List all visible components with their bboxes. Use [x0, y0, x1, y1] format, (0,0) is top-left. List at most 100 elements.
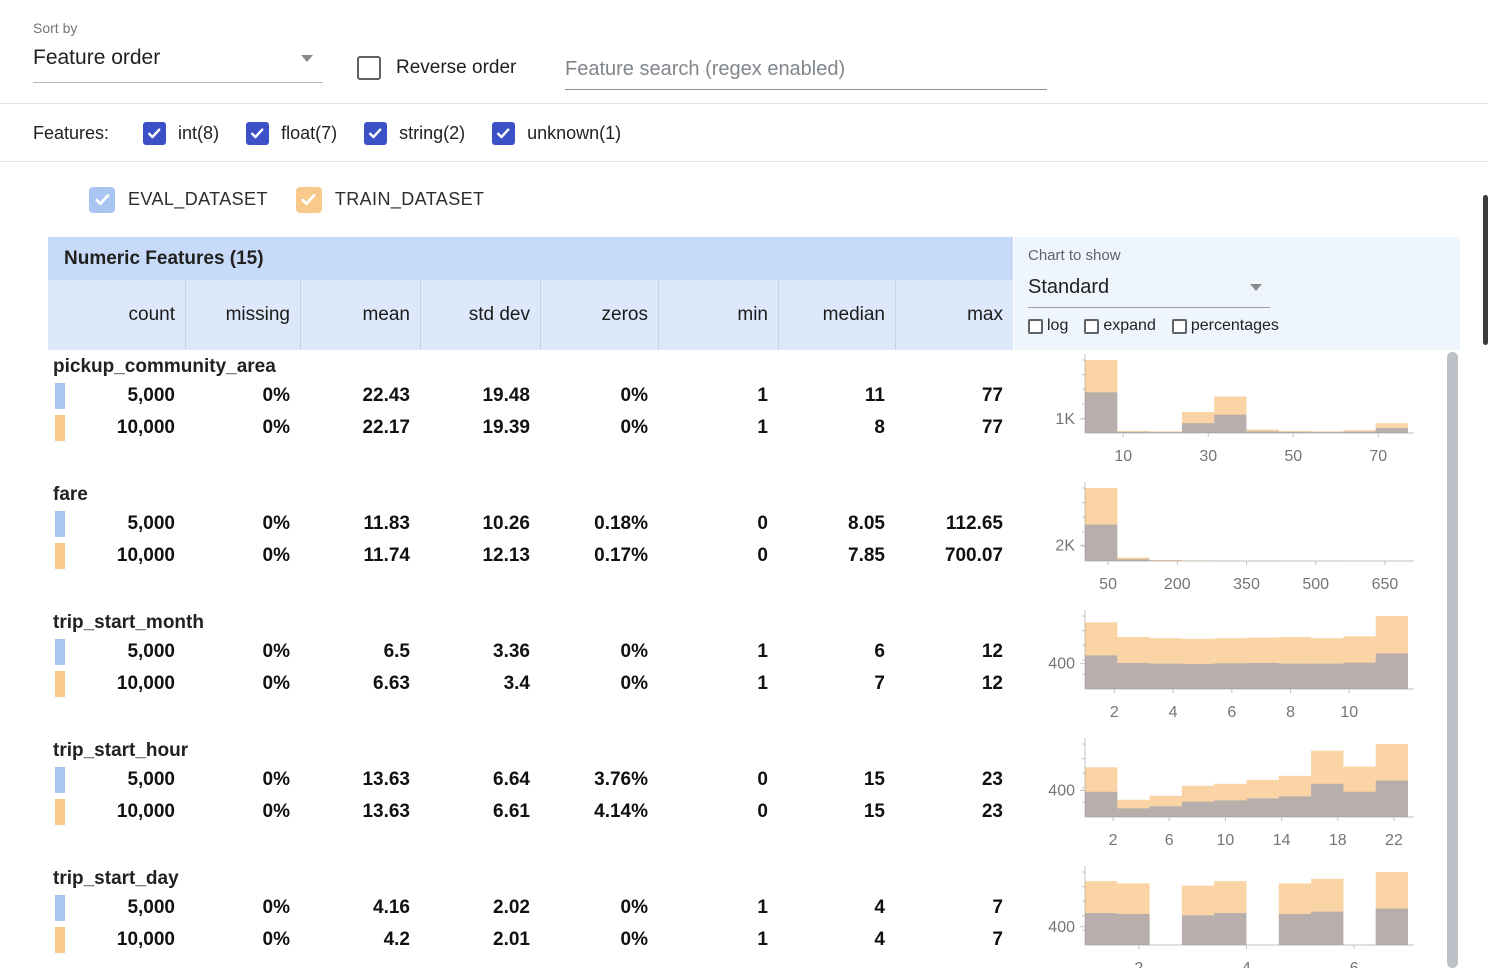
cell-count: 5,000 [48, 513, 185, 535]
y-axis-tick-label: 400 [1048, 782, 1075, 799]
cell-max: 77 [895, 417, 1013, 439]
cell-std_dev: 6.64 [420, 769, 540, 791]
cell-max: 77 [895, 385, 1013, 407]
sort-by-value: Feature order [33, 46, 160, 70]
column-header-median: median [778, 280, 895, 350]
chart-type-select[interactable]: Standard [1028, 269, 1270, 308]
cell-std_dev: 3.4 [420, 673, 540, 695]
cell-max: 12 [895, 673, 1013, 695]
chart-option-log[interactable]: log [1028, 317, 1068, 335]
cell-min: 0 [658, 801, 778, 823]
cell-zeros: 3.76% [540, 769, 658, 791]
feature-type-label: unknown(1) [527, 123, 621, 144]
cell-std_dev: 19.39 [420, 417, 540, 439]
chart-controls-panel: Chart to show Standard logexpandpercenta… [1014, 237, 1460, 350]
cell-min: 0 [658, 769, 778, 791]
cell-max: 7 [895, 929, 1013, 951]
cell-median: 4 [778, 929, 895, 951]
feature-type-filter-float[interactable]: float(7) [246, 122, 337, 145]
dataset-toggle-eval_dataset[interactable]: EVAL_DATASET [89, 187, 268, 213]
cell-count: 10,000 [48, 929, 185, 951]
type-filter-list: int(8) float(7) string(2) unknown(1) [143, 122, 621, 145]
dataset-label: TRAIN_DATASET [335, 189, 485, 210]
cell-mean: 13.63 [300, 801, 420, 823]
cell-mean: 4.16 [300, 897, 420, 919]
y-axis-tick-label: 400 [1048, 919, 1075, 936]
feature-type-filter-unknown[interactable]: unknown(1) [492, 122, 621, 145]
cell-zeros: 0% [540, 417, 658, 439]
x-axis-tick-label: 70 [1369, 448, 1387, 465]
cell-missing: 0% [185, 801, 300, 823]
feature-search [565, 50, 1047, 90]
cell-count: 5,000 [48, 385, 185, 407]
sort-by-group: Sort by Feature order [33, 20, 323, 83]
train-dataset-marker [55, 543, 65, 569]
dataset-toggle-train_dataset[interactable]: TRAIN_DATASET [296, 187, 485, 213]
feature-type-label: float(7) [281, 123, 337, 144]
train-dataset-marker [55, 415, 65, 441]
column-header-std-dev: std dev [420, 280, 540, 350]
cell-zeros: 4.14% [540, 801, 658, 823]
column-header-zeros: zeros [540, 280, 658, 350]
cell-count: 10,000 [48, 417, 185, 439]
histogram-trip_start_day[interactable]: 400246 [1010, 864, 1430, 968]
cell-mean: 13.63 [300, 769, 420, 791]
histogram-pickup_community_area[interactable]: 1K10305070 [1010, 352, 1430, 476]
cell-mean: 6.5 [300, 641, 420, 663]
x-axis-tick-label: 4 [1169, 704, 1178, 721]
histogram-fare[interactable]: 2K50200350500650 [1010, 480, 1430, 604]
chevron-down-icon [1250, 284, 1262, 291]
histogram-trip_start_month[interactable]: 400246810 [1010, 608, 1430, 732]
checkbox-checked-icon [89, 187, 115, 213]
dataset-legend: EVAL_DATASET TRAIN_DATASET [0, 162, 1488, 237]
cell-count: 10,000 [48, 673, 185, 695]
column-header-count: count [48, 280, 185, 350]
cell-missing: 0% [185, 897, 300, 919]
chart-option-expand[interactable]: expand [1084, 317, 1156, 335]
chevron-down-icon [301, 55, 313, 62]
x-axis-tick-label: 10 [1340, 704, 1358, 721]
cell-mean: 6.63 [300, 673, 420, 695]
feature-type-filters: Features: int(8) float(7) string(2) unknown… [0, 105, 1488, 162]
chart-option-percentages[interactable]: percentages [1172, 317, 1279, 335]
cell-zeros: 0% [540, 929, 658, 951]
cell-missing: 0% [185, 929, 300, 951]
cell-median: 8 [778, 417, 895, 439]
column-header-mean: mean [300, 280, 420, 350]
cell-missing: 0% [185, 769, 300, 791]
checkbox-checked-icon [364, 122, 387, 145]
x-axis-tick-label: 6 [1227, 704, 1236, 721]
chart-option-label: expand [1103, 317, 1156, 335]
train-dataset-marker [55, 927, 65, 953]
table-title: Numeric Features (15) [64, 248, 264, 270]
cell-max: 12 [895, 641, 1013, 663]
cell-median: 4 [778, 897, 895, 919]
x-axis-tick-label: 350 [1233, 576, 1260, 593]
cell-median: 15 [778, 801, 895, 823]
cell-max: 700.07 [895, 545, 1013, 567]
cell-median: 8.05 [778, 513, 895, 535]
feature-type-filter-string[interactable]: string(2) [364, 122, 465, 145]
cell-min: 1 [658, 417, 778, 439]
cell-missing: 0% [185, 385, 300, 407]
cell-min: 0 [658, 513, 778, 535]
reverse-order-checkbox[interactable]: Reverse order [357, 56, 516, 80]
chart-option-label: percentages [1191, 317, 1279, 335]
cell-missing: 0% [185, 545, 300, 567]
x-axis-tick-label: 500 [1302, 576, 1329, 593]
features-label: Features: [33, 123, 109, 144]
histogram-trip_start_hour[interactable]: 4002610141822 [1010, 736, 1430, 860]
cell-std_dev: 10.26 [420, 513, 540, 535]
x-axis-tick-label: 2 [1110, 704, 1119, 721]
cell-min: 1 [658, 673, 778, 695]
page-scrollbar-thumb[interactable] [1483, 195, 1488, 345]
feature-type-filter-int[interactable]: int(8) [143, 122, 219, 145]
cell-median: 7 [778, 673, 895, 695]
checkbox-checked-icon [143, 122, 166, 145]
table-scrollbar-thumb[interactable] [1447, 352, 1458, 968]
search-input[interactable] [565, 50, 1047, 90]
sort-by-select[interactable]: Feature order [33, 42, 323, 83]
feature-stats-table-body: pickup_community_area5,0000%22.4319.480%… [48, 350, 1460, 968]
cell-missing: 0% [185, 641, 300, 663]
cell-std_dev: 2.02 [420, 897, 540, 919]
